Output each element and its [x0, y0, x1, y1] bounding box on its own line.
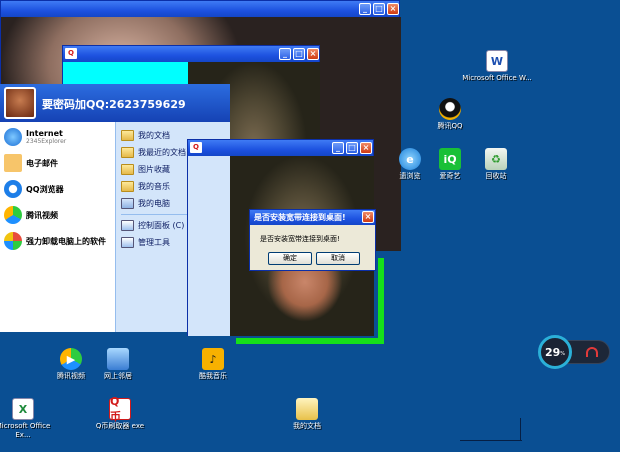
- start-menu-header: 要密码加QQ:2623759629: [0, 84, 230, 122]
- menu-item-tencent-video[interactable]: 腾讯视频: [4, 206, 58, 224]
- maximize-button[interactable]: □: [346, 142, 358, 154]
- menu-item-internet[interactable]: Internet 2345Explorer: [4, 128, 66, 146]
- cancel-button[interactable]: 取消: [316, 252, 360, 265]
- app-q-icon: Q: [190, 142, 202, 153]
- avatar: [4, 87, 36, 119]
- desktop-icon-my-documents[interactable]: 我的文档: [272, 398, 342, 431]
- user-name: 要密码加QQ:2623759629: [42, 98, 186, 111]
- ie-icon: [4, 128, 22, 146]
- start-menu-left-pane: Internet 2345Explorer 电子邮件 QQ浏览器 腾讯视频 强力卸…: [0, 122, 115, 332]
- app-q-icon: Q: [65, 48, 77, 59]
- maximize-button[interactable]: □: [373, 3, 385, 15]
- folder-icon: [121, 147, 134, 158]
- recycle-bin-icon: ♻: [485, 148, 507, 170]
- desktop-icon-network[interactable]: 网上邻居: [83, 348, 153, 381]
- install-dialog: 是否安装宽带连接到桌面! × 是否安装宽带连接到桌面! 确定 取消: [249, 209, 376, 271]
- desktop-icon-recycle-bin[interactable]: ♻ 回收站: [461, 148, 531, 181]
- dialog-titlebar[interactable]: 是否安装宽带连接到桌面! ×: [250, 210, 375, 225]
- front-window-titlebar[interactable]: Q _ □ ×: [188, 140, 373, 156]
- close-button[interactable]: ×: [307, 48, 319, 60]
- menu-item-qq-browser[interactable]: QQ浏览器: [4, 180, 64, 198]
- qcoin-exe-icon: Q币: [109, 395, 131, 423]
- menu-item-music[interactable]: 我的音乐: [121, 181, 170, 192]
- desktop-icon-qq[interactable]: 腾讯QQ: [415, 98, 485, 131]
- iqiyi-icon: iQ: [439, 148, 461, 170]
- menu-item-control-panel[interactable]: 控制面板 (C): [121, 220, 184, 231]
- dialog-title: 是否安装宽带连接到桌面!: [254, 213, 346, 222]
- minimize-button[interactable]: _: [279, 48, 291, 60]
- folder-icon: [121, 164, 134, 175]
- minimize-button[interactable]: _: [359, 3, 371, 15]
- menu-item-pictures[interactable]: 图片收藏: [121, 164, 170, 175]
- desktop-line: [520, 418, 521, 440]
- desktop-icon-word[interactable]: W Microsoft Office W...: [462, 50, 532, 83]
- kuwo-music-icon: ♪: [202, 348, 224, 370]
- system-monitor-widget[interactable]: 29%: [538, 335, 610, 369]
- menu-item-recent-docs[interactable]: 我最近的文档: [121, 147, 186, 158]
- excel-icon: X: [12, 398, 34, 420]
- menu-item-email[interactable]: 电子邮件: [4, 154, 58, 172]
- background-window-titlebar[interactable]: _ □ ×: [1, 1, 399, 17]
- cpu-gauge: 29%: [538, 335, 572, 369]
- computer-icon: [121, 198, 134, 209]
- cpu-value: 29: [544, 345, 561, 359]
- network-speed-icon: [586, 347, 598, 357]
- menu-item-admin-tools[interactable]: 管理工具: [121, 237, 170, 248]
- dialog-close-button[interactable]: ×: [362, 211, 374, 223]
- minimize-button[interactable]: _: [332, 142, 344, 154]
- uninstaller-icon: [4, 232, 22, 250]
- close-button[interactable]: ×: [387, 3, 399, 15]
- qq-browser-icon: [4, 180, 22, 198]
- word-doc-icon: W: [486, 50, 508, 72]
- folder-icon: [121, 181, 134, 192]
- qq-penguin-icon: [439, 98, 461, 120]
- desktop-icon-kuwo[interactable]: ♪ 酷我音乐: [178, 348, 248, 381]
- network-places-icon: [107, 348, 129, 370]
- desktop-line-bottom: [460, 440, 522, 441]
- dialog-message: 是否安装宽带连接到桌面!: [260, 235, 340, 243]
- menu-item-uninstaller[interactable]: 强力卸载电脑上的软件: [4, 232, 106, 250]
- menu-item-my-documents[interactable]: 我的文档: [121, 130, 170, 141]
- tencent-video-icon: [4, 206, 22, 224]
- desktop-icon-qcoin[interactable]: Q币 Q币刷取器 exe: [85, 395, 155, 431]
- front-window-side-panel: [188, 156, 230, 336]
- my-documents-icon: [296, 398, 318, 420]
- control-panel-icon: [121, 220, 134, 231]
- close-button[interactable]: ×: [360, 142, 372, 154]
- middle-window-titlebar[interactable]: Q _ □ ×: [63, 46, 319, 62]
- admin-tools-icon: [121, 237, 134, 248]
- desktop-icon-excel[interactable]: X Microsoft Office Ex...: [0, 398, 58, 440]
- folder-icon: [121, 130, 134, 141]
- ok-button[interactable]: 确定: [268, 252, 312, 265]
- mail-icon: [4, 154, 22, 172]
- cpu-unit: %: [560, 351, 566, 357]
- maximize-button[interactable]: □: [293, 48, 305, 60]
- menu-item-my-computer[interactable]: 我的电脑: [121, 198, 170, 209]
- tencent-video-icon: ▶: [60, 348, 82, 370]
